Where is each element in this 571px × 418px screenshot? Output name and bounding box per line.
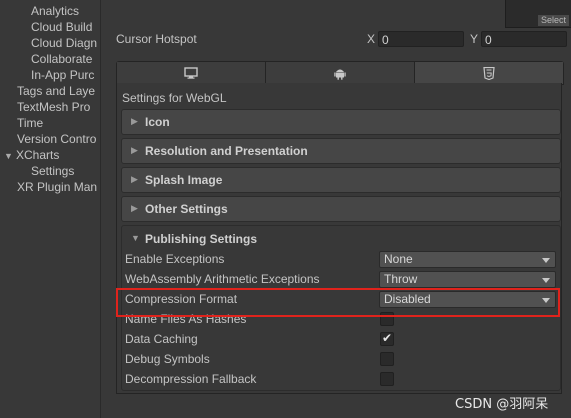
foldout-title: Icon [145,115,170,129]
hotspot-y-field[interactable]: 0 [481,31,567,47]
x-label: X [367,32,376,46]
decompression-fallback-label: Decompression Fallback [125,372,257,386]
enable-exceptions-label: Enable Exceptions [125,252,225,266]
sidebar-item-xr-plugin-management[interactable]: XR Plugin Man [17,179,97,195]
dropdown-value: Throw [384,272,418,286]
collapsed-arrow-icon: ▶ [131,203,138,213]
sidebar-item-collaborate[interactable]: Collaborate [31,51,92,67]
collapsed-arrow-icon: ▶ [131,174,138,184]
sidebar-item-label: XCharts [16,148,60,162]
tab-standalone[interactable] [117,62,266,84]
dropdown-value: None [384,252,413,266]
enable-exceptions-dropdown[interactable]: None [379,251,556,268]
foldout-other-settings[interactable]: ▶ Other Settings [121,196,561,222]
name-files-as-hashes-checkbox[interactable] [380,312,394,326]
wasm-arithmetic-exceptions-dropdown[interactable]: Throw [379,271,556,288]
foldout-title: Splash Image [145,173,223,187]
cursor-hotspot-label: Cursor Hotspot [116,32,197,46]
decompression-fallback-checkbox[interactable] [380,372,394,386]
tab-android[interactable] [266,62,415,84]
sidebar-item-settings[interactable]: Settings [31,163,74,179]
html5-icon [483,66,495,80]
foldout-title: Publishing Settings [145,232,258,246]
data-caching-checkbox[interactable]: ✔ [380,331,394,346]
data-caching-label: Data Caching [125,332,198,346]
y-label: Y [470,32,479,46]
foldout-title: Other Settings [145,202,228,216]
watermark: CSDN @羽阿呆 [455,397,549,412]
foldout-title: Resolution and Presentation [145,144,308,158]
expanded-arrow-icon: ▼ [131,233,140,243]
foldout-icon-section[interactable]: ▶ Icon [121,109,561,135]
tab-webgl[interactable] [415,62,563,84]
name-files-as-hashes-label: Name Files As Hashes [125,312,247,326]
sidebar-item-tags-and-layers[interactable]: Tags and Laye [17,83,95,99]
sidebar-item-in-app-purchasing[interactable]: In-App Purc [31,67,94,83]
chevron-down-icon [542,278,550,283]
debug-symbols-label: Debug Symbols [125,352,210,366]
compression-format-label: Compression Format [125,292,238,306]
debug-symbols-checkbox[interactable] [380,352,394,366]
publishing-settings-section: ▼ Publishing Settings [121,225,561,391]
cursor-texture-slot[interactable]: Select [505,0,571,28]
sidebar-item-time[interactable]: Time [17,115,43,131]
sidebar-item-analytics[interactable]: Analytics [31,3,79,19]
sidebar-item-textmesh-pro[interactable]: TextMesh Pro [17,99,90,115]
platform-tabs [116,61,564,85]
foldout-publishing-settings[interactable]: ▼ Publishing Settings [122,226,560,250]
sidebar-item-xcharts[interactable]: ▼ XCharts [4,147,59,164]
sidebar-item-cloud-build[interactable]: Cloud Build [31,19,92,35]
select-button[interactable]: Select [537,15,569,26]
foldout-resolution-and-presentation[interactable]: ▶ Resolution and Presentation [121,138,561,164]
sidebar: Analytics Cloud Build Cloud Diagn Collab… [0,0,101,418]
sidebar-item-version-control[interactable]: Version Contro [17,131,96,147]
compression-format-dropdown[interactable]: Disabled [379,291,556,308]
hotspot-x-field[interactable]: 0 [378,31,464,47]
expand-arrow-icon[interactable]: ▼ [4,148,16,164]
android-icon [334,69,346,80]
chevron-down-icon [542,258,550,263]
settings-for-webgl-title: Settings for WebGL [122,91,227,105]
sidebar-item-cloud-diagnostics[interactable]: Cloud Diagn [31,35,97,51]
monitor-icon [184,67,198,79]
wasm-arithmetic-exceptions-label: WebAssembly Arithmetic Exceptions [125,272,320,286]
collapsed-arrow-icon: ▶ [131,145,138,155]
foldout-splash-image[interactable]: ▶ Splash Image [121,167,561,193]
checkmark-icon: ✔ [382,331,393,345]
dropdown-value: Disabled [384,292,431,306]
chevron-down-icon [542,298,550,303]
collapsed-arrow-icon: ▶ [131,116,138,126]
